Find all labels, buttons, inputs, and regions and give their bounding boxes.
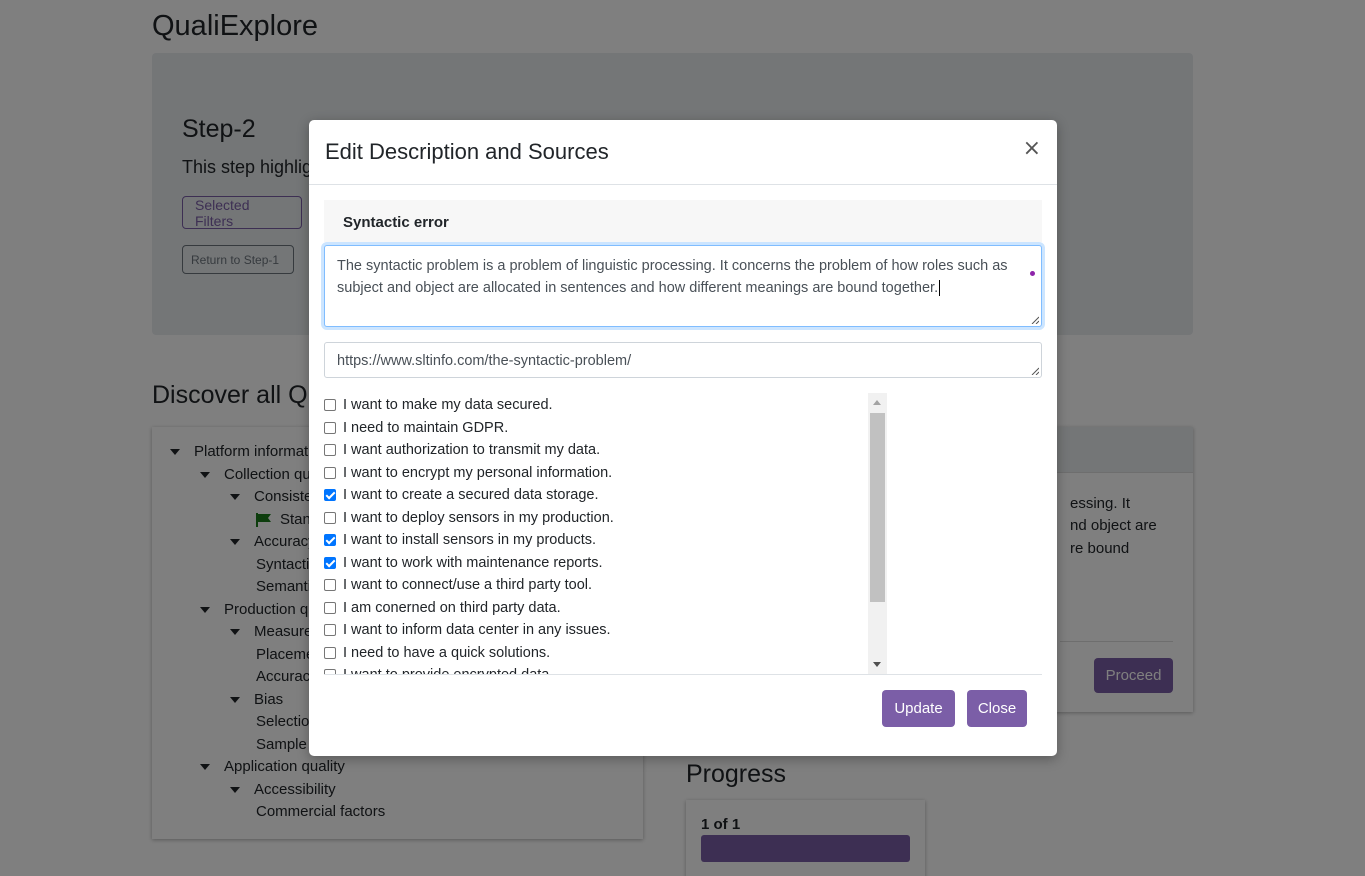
section-label: Syntactic error [343,214,449,231]
checklist-label: I want to connect/use a third party tool… [343,577,593,593]
checklist-label: I need to maintain GDPR. [343,419,509,436]
resize-handle-icon[interactable] [1031,316,1039,324]
checklist-label: I want to deploy sensors in my productio… [343,509,614,526]
text-cursor [939,280,941,296]
checklist-label: I am conerned on third party data. [343,599,561,616]
checklist-item[interactable]: I want to inform data center in any issu… [324,620,611,640]
checklist-label: I need to have a quick solutions. [343,644,551,661]
modal-header: Edit Description and Sources × [309,120,1057,185]
checklist-label: I want to install sensors in my products… [343,532,597,548]
close-button[interactable]: Close [967,690,1027,727]
checklist-item[interactable]: I want to make my data secured. [324,395,553,415]
close-icon[interactable]: × [1023,136,1041,161]
source-url-textarea[interactable]: https://www.sltinfo.com/the-syntactic-pr… [324,342,1042,378]
modal-title: Edit Description and Sources [325,139,609,164]
checkbox[interactable] [324,444,336,456]
checkbox[interactable] [324,421,336,434]
description-textarea[interactable]: The syntactic problem is a problem of li… [324,245,1042,327]
checkbox[interactable] [324,466,336,479]
checkbox[interactable] [324,534,336,546]
edit-modal: Edit Description and Sources × Syntactic… [309,120,1057,756]
checklist-item[interactable]: I want to encrypt my personal informatio… [324,463,612,483]
checklist-label: I want to provide encrypted data. [343,667,553,674]
checklist-label: I want to inform data center in any issu… [343,622,611,638]
checklist-label: I want to encrypt my personal informatio… [343,464,613,481]
checklist-label: I want to make my data secured. [343,397,553,413]
description-text: The syntactic problem is a problem of li… [337,258,1008,296]
section-header: Syntactic error [324,200,1042,242]
grammar-dot-icon [1030,271,1035,276]
checklist-item[interactable]: I want authorization to transmit my data… [324,440,600,460]
checklist-item[interactable]: I want to install sensors in my products… [324,530,596,550]
footer-divider [324,674,1042,675]
checklist-item[interactable]: I want to provide encrypted data. [324,665,553,674]
checkbox[interactable] [324,511,336,524]
source-url-text: https://www.sltinfo.com/the-syntactic-pr… [337,353,632,369]
checklist-label: I want authorization to transmit my data… [343,442,601,458]
checklist-label: I want to work with maintenance reports. [343,554,603,571]
checklist-item[interactable]: I want to create a secured data storage. [324,485,599,505]
checklist-item[interactable]: I want to deploy sensors in my productio… [324,508,614,528]
scroll-down-icon[interactable] [873,662,881,667]
checklist-item[interactable]: I am conerned on third party data. [324,598,561,618]
checklist-item[interactable]: I need to maintain GDPR. [324,418,508,438]
checkbox[interactable] [324,624,336,636]
checkbox[interactable] [324,601,336,614]
checkbox[interactable] [324,489,336,501]
checklist-item[interactable]: I need to have a quick solutions. [324,643,550,663]
scroll-up-icon[interactable] [873,400,881,405]
checklist-label: I want to create a secured data storage. [343,487,599,503]
checklist-item[interactable]: I want to connect/use a third party tool… [324,575,592,595]
checklist-scrollbar[interactable] [868,393,887,674]
checkbox[interactable] [324,556,336,569]
scroll-thumb[interactable] [870,413,885,602]
resize-handle-icon[interactable] [1031,367,1039,375]
requirements-checklist: I want to make my data secured. I need to… [324,393,887,674]
checkbox[interactable] [324,399,336,411]
update-button[interactable]: Update [882,690,955,727]
checklist-item[interactable]: I want to work with maintenance reports. [324,553,603,573]
checkbox[interactable] [324,646,336,659]
checkbox[interactable] [324,579,336,591]
